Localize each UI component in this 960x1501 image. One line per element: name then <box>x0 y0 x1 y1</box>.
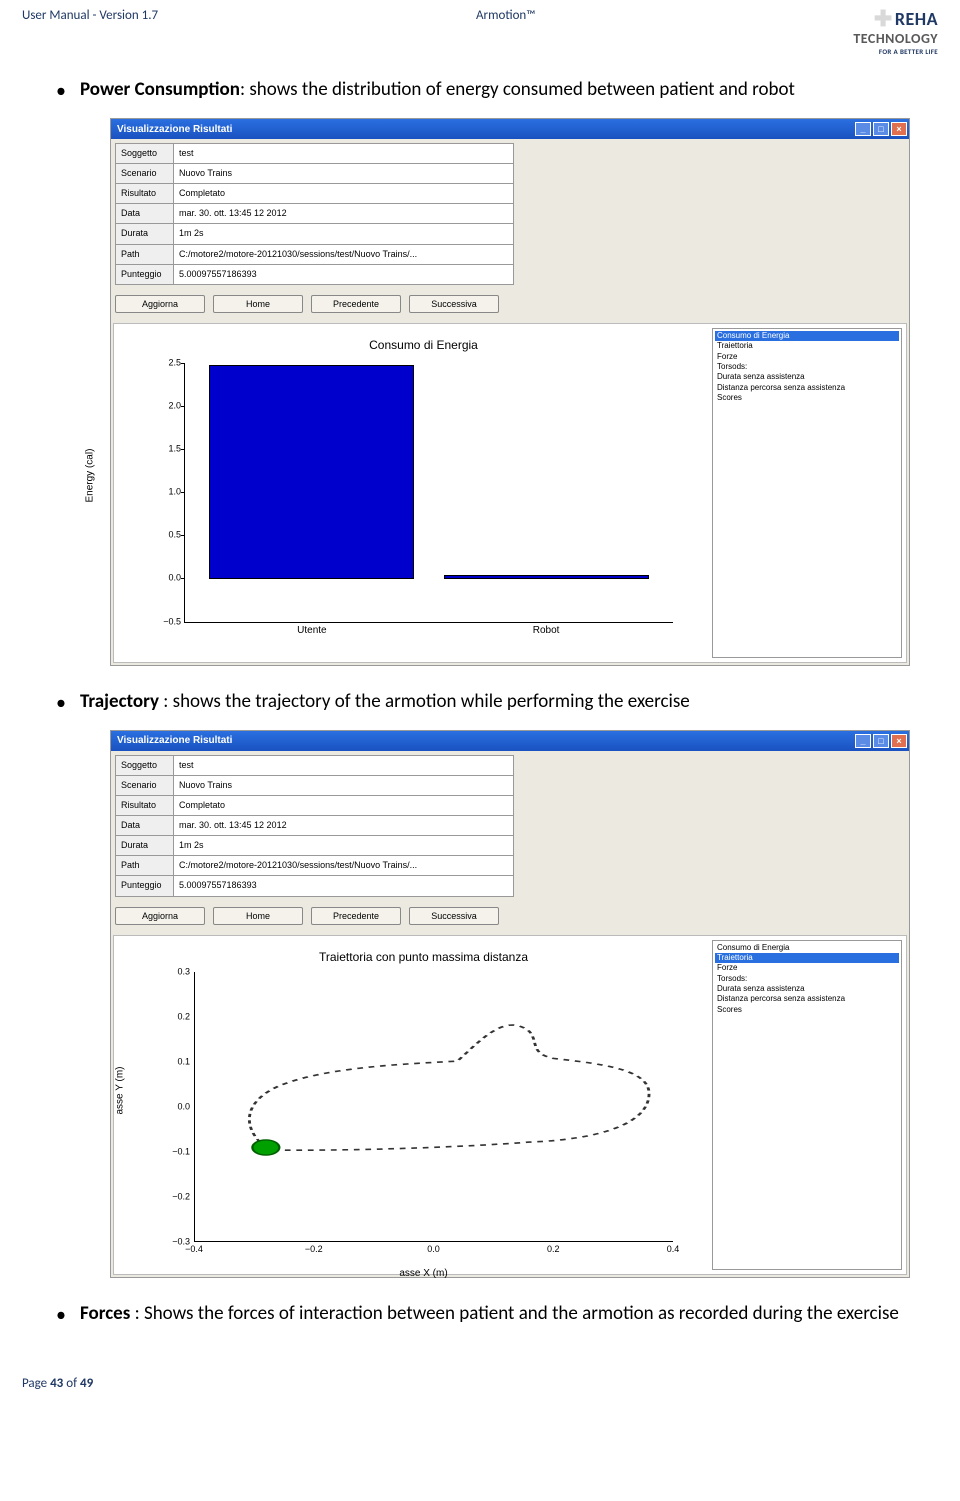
window-buttons: _ □ × <box>855 122 907 136</box>
table-row: Soggettotest <box>116 755 514 775</box>
window-title: Visualizzazione Risultati <box>117 731 232 750</box>
session-info-table: Soggettotest ScenarioNuovo Trains Risult… <box>115 143 514 285</box>
footer-prefix: Page <box>22 1376 50 1391</box>
home-button[interactable]: Home <box>213 907 303 925</box>
window-titlebar: Visualizzazione Risultati _ □ × <box>111 119 909 139</box>
table-row: Durata1m 2s <box>116 224 514 244</box>
prev-button[interactable]: Precedente <box>311 295 401 313</box>
next-button[interactable]: Successiva <box>409 295 499 313</box>
window-title: Visualizzazione Risultati <box>117 120 232 139</box>
xlabel-robot: Robot <box>533 621 560 640</box>
maximize-button[interactable]: □ <box>873 734 889 748</box>
list-item[interactable]: Traiettoria <box>715 341 899 351</box>
table-row: ScenarioNuovo Trains <box>116 164 514 184</box>
list-item[interactable]: Scores <box>715 393 899 403</box>
header-left: User Manual - Version 1.7 <box>22 8 158 23</box>
bullet-power: Power Consumption: shows the distributio… <box>50 72 910 666</box>
result-type-list[interactable]: Consumo di Energia Traiettoria Forze Tor… <box>712 328 902 658</box>
bullet-forces-text: : Shows the forces of interaction betwee… <box>130 1302 899 1325</box>
footer-mid: of <box>63 1376 80 1391</box>
minimize-button[interactable]: _ <box>855 122 871 136</box>
result-type-list[interactable]: Consumo di Energia Traiettoria Forze Tor… <box>712 940 902 1270</box>
footer-page-total: 49 <box>80 1376 93 1391</box>
bullet-traj-label: Trajectory <box>80 690 159 713</box>
chart-area-trajectory: Traiettoria con punto massima distanza a… <box>114 936 708 1274</box>
table-row: Datamar. 30. ott. 13:45 12 2012 <box>116 204 514 224</box>
list-item[interactable]: Distanza percorsa senza assistenza <box>715 383 899 393</box>
next-button[interactable]: Successiva <box>409 907 499 925</box>
table-row: PathC:/motore2/motore-20121030/sessions/… <box>116 856 514 876</box>
refresh-button[interactable]: Aggiorna <box>115 907 205 925</box>
list-item[interactable]: Scores <box>715 1005 899 1015</box>
table-row: RisultatoCompletato <box>116 184 514 204</box>
table-row: Durata1m 2s <box>116 836 514 856</box>
logo-main: REHA <box>895 8 938 30</box>
result-body: Consumo di Energia Energy (cal) 2.5 2.0 … <box>113 323 907 663</box>
bullet-power-label: Power Consumption <box>80 78 240 101</box>
bullet-forces-label: Forces <box>80 1302 130 1325</box>
list-item[interactable]: Traiettoria <box>715 953 899 963</box>
list-item[interactable]: Torsods: <box>715 974 899 984</box>
x-axis-label: asse X (m) <box>154 1264 693 1283</box>
list-item[interactable]: Torsods: <box>715 362 899 372</box>
close-button[interactable]: × <box>891 122 907 136</box>
page-header: User Manual - Version 1.7 Armotion™ ✚ RE… <box>0 0 960 60</box>
close-button[interactable]: × <box>891 734 907 748</box>
screenshot-trajectory: Visualizzazione Risultati _ □ × Soggetto… <box>110 730 910 1278</box>
maximize-button[interactable]: □ <box>873 122 889 136</box>
logo-sub: TECHNOLOGY <box>853 30 938 47</box>
session-info-table: Soggettotest ScenarioNuovo Trains Risult… <box>115 755 514 897</box>
button-row: Aggiorna Home Precedente Successiva <box>111 289 909 323</box>
home-button[interactable]: Home <box>213 295 303 313</box>
result-body: Traiettoria con punto massima distanza a… <box>113 935 907 1275</box>
prev-button[interactable]: Precedente <box>311 907 401 925</box>
y-axis-label: Energy (cal) <box>81 448 100 502</box>
header-center: Armotion™ <box>158 8 853 23</box>
table-row: Punteggio5.00097557186393 <box>116 264 514 284</box>
table-row: Datamar. 30. ott. 13:45 12 2012 <box>116 816 514 836</box>
window-titlebar: Visualizzazione Risultati _ □ × <box>111 731 909 751</box>
trajectory-axes: 0.3 0.2 0.1 0.0 −0.1 −0.2 −0.3 −0.4 −0.2… <box>194 972 673 1242</box>
list-item[interactable]: Consumo di Energia <box>715 331 899 341</box>
chart-title: Consumo di Energia <box>154 334 693 357</box>
table-row: ScenarioNuovo Trains <box>116 775 514 795</box>
list-item[interactable]: Forze <box>715 963 899 973</box>
bullet-power-text: : shows the distribution of energy consu… <box>240 78 795 101</box>
minimize-button[interactable]: _ <box>855 734 871 748</box>
list-item[interactable]: Distanza percorsa senza assistenza <box>715 994 899 1004</box>
footer-page-num: 43 <box>50 1376 63 1391</box>
page-content: Power Consumption: shows the distributio… <box>0 60 960 1376</box>
list-item[interactable]: Durata senza assistenza <box>715 372 899 382</box>
chart-area-energy: Consumo di Energia Energy (cal) 2.5 2.0 … <box>114 324 708 662</box>
table-row: RisultatoCompletato <box>116 796 514 816</box>
logo-cross-icon: ✚ <box>874 11 893 26</box>
table-row: Punteggio5.00097557186393 <box>116 876 514 896</box>
y-axis-label: asse Y (m) <box>111 1066 130 1114</box>
table-row: PathC:/motore2/motore-20121030/sessions/… <box>116 244 514 264</box>
button-row: Aggiorna Home Precedente Successiva <box>111 901 909 935</box>
page-footer: Page 43 of 49 <box>0 1376 960 1409</box>
table-row: Soggettotest <box>116 144 514 164</box>
list-item[interactable]: Forze <box>715 352 899 362</box>
bullet-forces: Forces : Shows the forces of interaction… <box>50 1296 910 1332</box>
logo-tagline: FOR A BETTER LIFE <box>853 47 938 56</box>
list-item[interactable]: Durata senza assistenza <box>715 984 899 994</box>
bullet-trajectory: Trajectory : shows the trajectory of the… <box>50 684 910 1278</box>
bullet-traj-text: : shows the trajectory of the armotion w… <box>159 690 690 713</box>
chart-title: Traiettoria con punto massima distanza <box>154 946 693 969</box>
refresh-button[interactable]: Aggiorna <box>115 295 205 313</box>
logo: ✚ REHA TECHNOLOGY FOR A BETTER LIFE <box>853 8 938 56</box>
xlabel-utente: Utente <box>297 621 326 640</box>
window-buttons: _ □ × <box>855 734 907 748</box>
bar-utente <box>209 365 414 579</box>
bar-robot <box>444 575 649 579</box>
screenshot-energy: Visualizzazione Risultati _ □ × Soggetto… <box>110 118 910 666</box>
chart-axes: 2.5 2.0 1.5 1.0 0.5 0.0 −0.5 Utente Robo… <box>184 363 673 623</box>
list-item[interactable]: Consumo di Energia <box>715 943 899 953</box>
